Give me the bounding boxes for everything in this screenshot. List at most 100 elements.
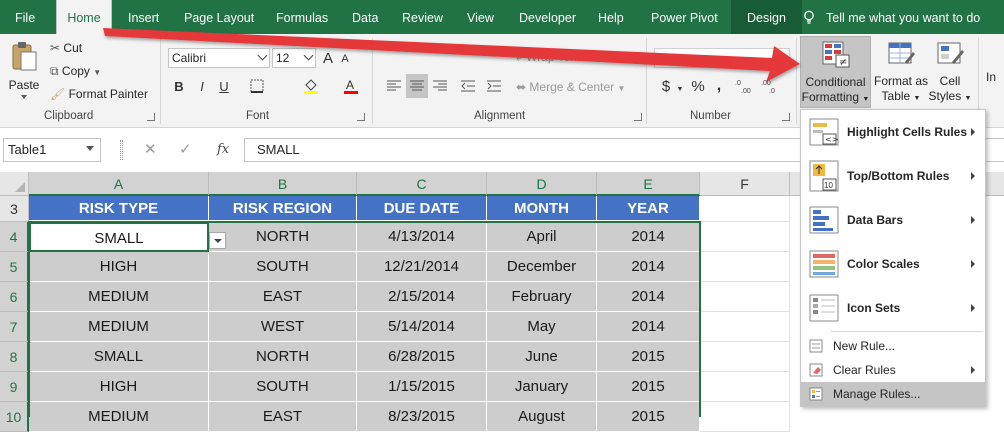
format-painter-button[interactable]: 🖌 Format Painter bbox=[50, 87, 148, 101]
paste-button[interactable]: Paste bbox=[6, 40, 42, 104]
table-cell[interactable]: SOUTH bbox=[209, 252, 357, 282]
row-header-8[interactable]: 8 bbox=[0, 342, 29, 372]
column-header-a[interactable]: A bbox=[29, 172, 209, 196]
cell[interactable] bbox=[700, 372, 790, 402]
align-left-icon[interactable] bbox=[384, 76, 404, 96]
menu-item-top-bottom-rules[interactable]: 10 Top/Bottom Rules bbox=[801, 154, 985, 198]
table-cell[interactable]: August bbox=[487, 402, 597, 432]
column-header-d[interactable]: D bbox=[487, 172, 597, 196]
table-cell[interactable]: NORTH bbox=[209, 222, 357, 252]
table-header-cell[interactable]: RISK REGION bbox=[209, 196, 357, 221]
row-header-7[interactable]: 7 bbox=[0, 312, 29, 342]
name-box[interactable]: Table1 bbox=[3, 138, 101, 162]
row-header-5[interactable]: 5 bbox=[0, 252, 29, 282]
table-cell[interactable]: January bbox=[487, 372, 597, 402]
table-cell[interactable]: 2014 bbox=[597, 252, 700, 282]
underline-button[interactable]: U bbox=[216, 76, 232, 96]
table-cell[interactable]: 2015 bbox=[597, 342, 700, 372]
tab-power-pivot[interactable]: Power Pivot bbox=[651, 0, 718, 34]
table-cell[interactable]: December bbox=[487, 252, 597, 282]
decrease-decimal-icon[interactable]: .00.0 bbox=[760, 76, 782, 96]
tab-review[interactable]: Review bbox=[402, 0, 443, 34]
table-header-cell[interactable]: DUE DATE bbox=[357, 196, 487, 221]
cell[interactable] bbox=[700, 252, 790, 282]
table-cell[interactable]: SOUTH bbox=[209, 372, 357, 402]
font-color-icon[interactable]: A bbox=[340, 76, 362, 96]
table-cell[interactable]: 2014 bbox=[597, 282, 700, 312]
table-cell[interactable]: 5/14/2014 bbox=[357, 312, 487, 342]
cell[interactable] bbox=[700, 402, 790, 432]
wrap-text-button[interactable]: ⤶ Wrap Text bbox=[516, 50, 580, 65]
percent-button[interactable]: % bbox=[690, 76, 706, 96]
cell[interactable] bbox=[700, 222, 790, 252]
table-header-cell[interactable]: YEAR bbox=[597, 196, 700, 221]
table-cell[interactable]: 2015 bbox=[597, 372, 700, 402]
format-as-table-button[interactable]: Format as Table ▼ bbox=[872, 36, 930, 108]
borders-icon[interactable] bbox=[246, 76, 268, 96]
column-header-f[interactable]: F bbox=[700, 172, 790, 196]
comma-button[interactable]: , bbox=[712, 76, 726, 96]
name-box-splitter[interactable] bbox=[120, 140, 123, 160]
currency-button[interactable]: $ bbox=[658, 76, 674, 96]
tab-formulas[interactable]: Formulas bbox=[276, 0, 328, 34]
italic-button[interactable]: I bbox=[194, 76, 210, 96]
column-header-c[interactable]: C bbox=[357, 172, 487, 196]
table-cell[interactable]: EAST bbox=[209, 282, 357, 312]
table-cell[interactable]: 2014 bbox=[597, 312, 700, 342]
table-cell[interactable]: HIGH bbox=[29, 252, 209, 282]
table-cell[interactable]: SMALL bbox=[29, 342, 209, 372]
column-header-b[interactable]: B bbox=[209, 172, 357, 196]
tab-file[interactable]: File bbox=[15, 0, 35, 34]
table-cell[interactable]: May bbox=[487, 312, 597, 342]
table-cell[interactable]: HIGH bbox=[29, 372, 209, 402]
cell[interactable] bbox=[700, 282, 790, 312]
cell-styles-button[interactable]: Cell Styles ▼ bbox=[928, 36, 972, 108]
cancel-icon[interactable]: ✕ bbox=[144, 138, 157, 162]
table-cell[interactable]: 2/15/2014 bbox=[357, 282, 487, 312]
table-cell[interactable]: 2014 bbox=[597, 222, 700, 252]
table-cell[interactable]: June bbox=[487, 342, 597, 372]
cut-button[interactable]: ✂ Cut bbox=[50, 41, 82, 55]
fill-color-icon[interactable] bbox=[300, 76, 322, 96]
cell[interactable] bbox=[700, 342, 790, 372]
decrease-indent-icon[interactable] bbox=[458, 76, 478, 96]
bold-button[interactable]: B bbox=[171, 76, 187, 96]
menu-item-clear-rules[interactable]: Clear Rules bbox=[801, 358, 985, 382]
insert-function-icon[interactable]: fx bbox=[217, 138, 229, 162]
cell[interactable] bbox=[700, 312, 790, 342]
clipboard-launcher-icon[interactable] bbox=[147, 113, 155, 121]
menu-item-highlight-cells-rules[interactable]: <> Highlight Cells Rules bbox=[801, 110, 985, 154]
tab-design[interactable]: Design bbox=[731, 0, 802, 34]
table-cell[interactable]: EAST bbox=[209, 402, 357, 432]
tab-data[interactable]: Data bbox=[352, 0, 378, 34]
row-header-3[interactable]: 3 bbox=[0, 196, 29, 222]
row-header-9[interactable]: 9 bbox=[0, 372, 29, 402]
row-header-10[interactable]: 10 bbox=[0, 402, 29, 432]
conditional-formatting-button[interactable]: ≠ Conditional Formatting ▼ bbox=[800, 36, 871, 108]
table-cell[interactable]: MEDIUM bbox=[29, 282, 209, 312]
tab-view[interactable]: View bbox=[467, 0, 494, 34]
menu-item-color-scales[interactable]: Color Scales bbox=[801, 242, 985, 286]
table-cell[interactable]: April bbox=[487, 222, 597, 252]
table-header-cell[interactable]: MONTH bbox=[487, 196, 597, 221]
copy-button[interactable]: ⧉ Copy ▼ bbox=[50, 64, 101, 79]
insert-cells-button[interactable]: In bbox=[986, 36, 1004, 108]
tab-insert[interactable]: Insert bbox=[128, 0, 159, 34]
number-launcher-icon[interactable] bbox=[782, 113, 790, 121]
table-cell[interactable]: WEST bbox=[209, 312, 357, 342]
table-cell[interactable]: MEDIUM bbox=[29, 402, 209, 432]
shrink-font-icon[interactable]: A bbox=[338, 50, 352, 68]
font-size-box[interactable]: 12 bbox=[272, 48, 316, 68]
number-format-box[interactable] bbox=[654, 48, 790, 68]
tab-help[interactable]: Help bbox=[598, 0, 624, 34]
autofilter-dropdown-icon[interactable] bbox=[209, 232, 226, 249]
tab-page-layout[interactable]: Page Layout bbox=[184, 0, 254, 34]
menu-item-data-bars[interactable]: Data Bars bbox=[801, 198, 985, 242]
row-header-6[interactable]: 6 bbox=[0, 282, 29, 312]
table-cell[interactable]: 4/13/2014 bbox=[357, 222, 487, 252]
row-header-4[interactable]: 4 bbox=[0, 222, 29, 252]
font-launcher-icon[interactable] bbox=[357, 113, 365, 121]
alignment-launcher-icon[interactable] bbox=[634, 113, 642, 121]
merge-center-button[interactable]: ⬌ Merge & Center ▼ bbox=[516, 80, 625, 94]
grow-font-icon[interactable]: A bbox=[320, 48, 336, 68]
